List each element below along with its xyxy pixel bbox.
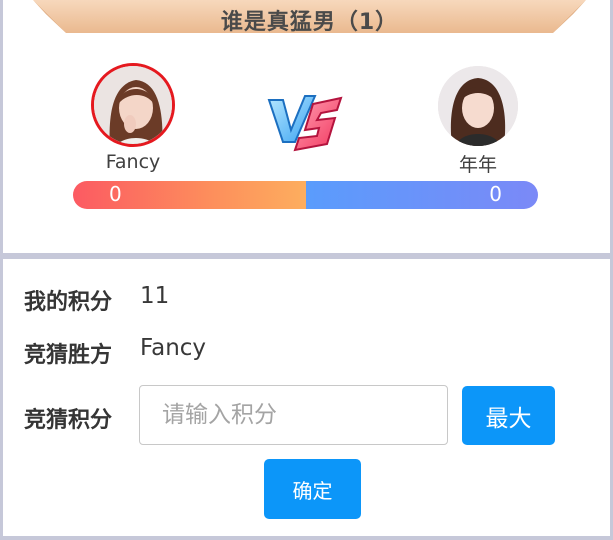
player-left[interactable]: Fancy xyxy=(83,63,183,173)
score-bar-right: 0 xyxy=(305,181,538,209)
avatar-left[interactable] xyxy=(91,63,175,147)
score-right: 0 xyxy=(489,182,502,206)
bet-form: 我的积分 11 竞猜胜方 Fancy 竞猜积分 最大 确定 xyxy=(3,259,610,536)
score-bar: 0 0 xyxy=(73,181,538,209)
my-points-value: 11 xyxy=(140,283,170,309)
match-card: 谁是真猛男（1） Fancy 年年 0 0 xyxy=(3,0,610,253)
score-left: 0 xyxy=(109,182,122,206)
winner-value: Fancy xyxy=(140,335,207,361)
confirm-button[interactable]: 确定 xyxy=(264,459,361,519)
bet-points-input[interactable] xyxy=(139,385,448,445)
avatar-right[interactable] xyxy=(438,66,518,146)
avatar-photo-right xyxy=(438,66,518,146)
page-title: 谁是真猛男（1） xyxy=(220,10,399,35)
my-points-label: 我的积分 xyxy=(24,290,113,315)
avatar-photo-left xyxy=(94,66,172,144)
player-name-left: Fancy xyxy=(105,151,161,173)
title-banner: 谁是真猛男（1） xyxy=(33,0,586,35)
bet-points-label: 竞猜积分 xyxy=(24,408,113,433)
winner-label: 竞猜胜方 xyxy=(24,343,113,368)
player-right[interactable]: 年年 xyxy=(428,63,528,177)
score-bar-left: 0 xyxy=(73,181,306,209)
vs-icon xyxy=(265,82,347,162)
player-name-right: 年年 xyxy=(458,154,497,176)
max-button[interactable]: 最大 xyxy=(462,386,555,445)
